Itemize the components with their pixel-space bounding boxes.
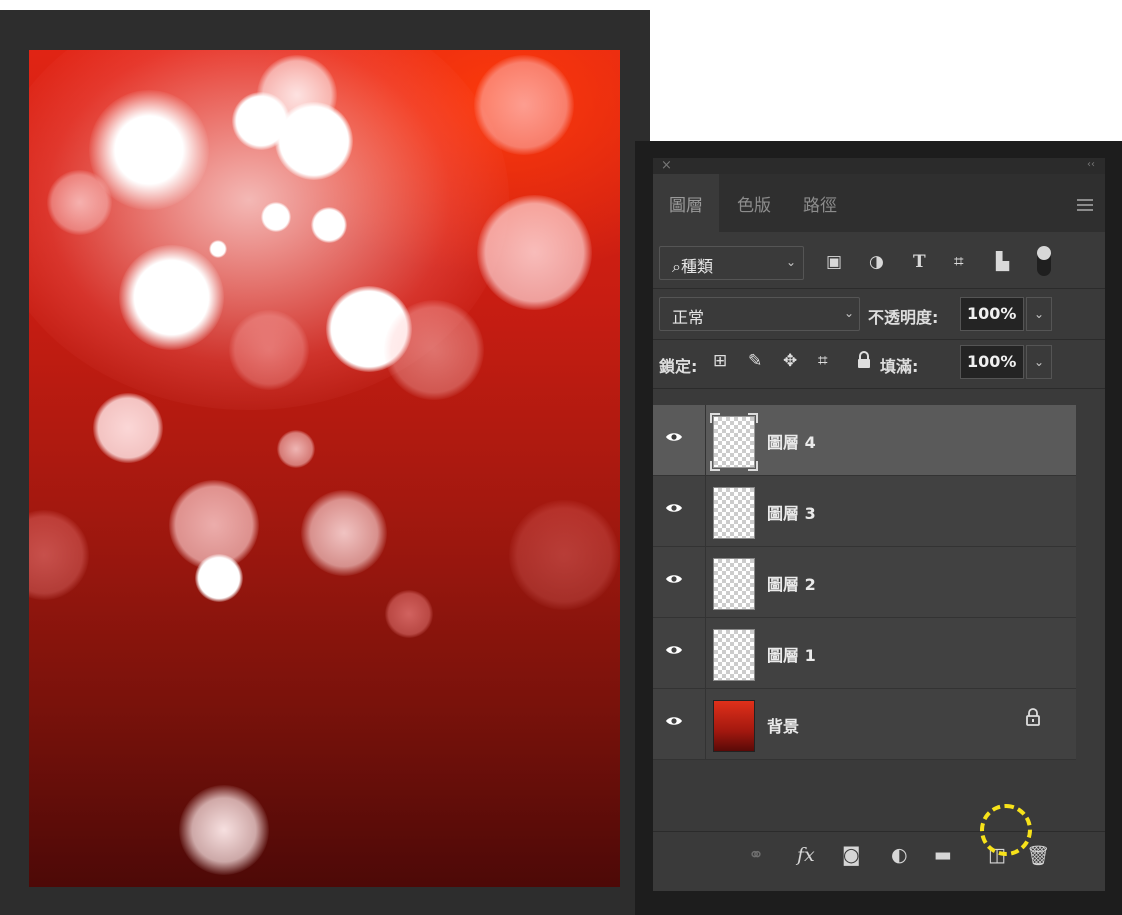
opacity-label: 不透明度: [868, 308, 939, 327]
bokeh-light [29, 510, 89, 600]
panel-tabs: 圖層 色版 路徑 [653, 174, 1105, 232]
layer-name: 圖層 2 [767, 575, 816, 594]
layer-name: 圖層 3 [767, 504, 816, 523]
layer-row[interactable]: 圖層 4 [653, 405, 1076, 476]
eye-icon[interactable] [665, 573, 683, 585]
layer-row[interactable]: 圖層 3 [653, 476, 1076, 547]
tab-layers[interactable]: 圖層 [653, 174, 719, 232]
panel-titlebar: × ‹‹ [653, 158, 1105, 174]
layer-mask-icon[interactable]: ◙ [842, 844, 860, 866]
layer-name: 圖層 1 [767, 646, 816, 665]
workspace-area [0, 10, 650, 915]
bokeh-light [474, 55, 574, 155]
fill-dropdown-button[interactable]: ⌄ [1026, 345, 1052, 379]
bokeh-light [311, 207, 347, 243]
link-layers-icon[interactable]: ⚭ [748, 844, 764, 866]
layers-panel-frame: × ‹‹ 圖層 色版 路徑 ⌕種類 ⌄ ▣ ◑ T ⌗ ▙ 正常 ⌄ 不透明度:… [635, 141, 1122, 915]
layers-panel: × ‹‹ 圖層 色版 路徑 ⌕種類 ⌄ ▣ ◑ T ⌗ ▙ 正常 ⌄ 不透明度:… [653, 158, 1105, 891]
tab-paths[interactable]: 路徑 [787, 174, 853, 232]
adjustment-layer-icon[interactable]: ◐ [891, 844, 908, 866]
document-canvas[interactable] [29, 50, 620, 887]
adjustment-filter-icon[interactable]: ◑ [869, 252, 884, 272]
eye-icon[interactable] [665, 502, 683, 514]
eye-icon[interactable] [665, 431, 683, 443]
shape-filter-icon[interactable]: ⌗ [954, 252, 964, 272]
eye-icon[interactable] [665, 644, 683, 656]
layer-thumbnail [713, 558, 755, 610]
layer-name: 背景 [767, 717, 800, 736]
lock-position-icon[interactable]: ✥ [783, 351, 797, 371]
bokeh-light [93, 393, 163, 463]
bokeh-light [195, 554, 243, 602]
image-filter-icon[interactable]: ▣ [826, 252, 842, 272]
lock-artboard-icon[interactable]: ⌗ [818, 351, 828, 371]
filter-kind-text: ⌕種類 [672, 253, 713, 277]
fill-input[interactable]: 100% [960, 345, 1024, 379]
layer-row[interactable]: 圖層 1 [653, 618, 1076, 689]
lock-icon[interactable] [1025, 707, 1041, 727]
filter-kind-dropdown[interactable]: ⌕種類 ⌄ [659, 246, 804, 280]
layer-thumbnail [713, 700, 755, 752]
smart-object-filter-icon[interactable]: ▙ [996, 252, 1009, 272]
bokeh-light [277, 430, 315, 468]
layer-thumbnail [713, 487, 755, 539]
filter-toggle[interactable] [1037, 246, 1051, 276]
chevron-down-icon: ⌄ [786, 255, 797, 269]
bokeh-light [179, 785, 269, 875]
fill-label: 填滿: [880, 357, 919, 376]
bokeh-light [384, 300, 484, 400]
fx-icon[interactable]: fx [797, 844, 815, 866]
layers-bottom-bar: ⚭ fx ◙ ◐ ▬ ◫ 🗑 [653, 831, 1105, 878]
bokeh-light [119, 245, 224, 350]
layer-thumbnail [710, 413, 758, 471]
opacity-dropdown-button[interactable]: ⌄ [1026, 297, 1052, 331]
filter-kind-label: 種類 [680, 257, 713, 276]
bokeh-light [229, 310, 309, 390]
opacity-input[interactable]: 100% [960, 297, 1024, 331]
layer-thumbnail [713, 629, 755, 681]
layer-name: 圖層 4 [767, 433, 816, 452]
blend-mode-dropdown[interactable]: 正常 ⌄ [659, 297, 860, 331]
tab-channels[interactable]: 色版 [721, 174, 787, 232]
eye-icon[interactable] [665, 715, 683, 727]
new-group-icon[interactable]: ▬ [934, 844, 952, 866]
type-filter-icon[interactable]: T [913, 252, 926, 272]
trash-icon[interactable]: 🗑 [1026, 844, 1050, 867]
new-layer-highlight-ring [980, 804, 1032, 856]
bokeh-light [261, 202, 291, 232]
bokeh-light [47, 170, 112, 235]
bokeh-light [509, 500, 619, 610]
lock-label: 鎖定: [659, 357, 698, 376]
search-icon: ⌕ [672, 257, 681, 276]
bokeh-light [477, 195, 592, 310]
bokeh-light [385, 590, 433, 638]
lock-all-icon[interactable] [856, 351, 872, 373]
blend-mode-value: 正常 [672, 308, 705, 327]
lock-image-pixels-icon[interactable]: ✎ [748, 351, 762, 371]
bokeh-light [209, 240, 227, 258]
layer-row[interactable]: 背景 [653, 689, 1076, 760]
bokeh-light [275, 102, 353, 180]
lock-transparent-pixels-icon[interactable]: ⊞ [713, 351, 727, 371]
layer-row[interactable]: 圖層 2 [653, 547, 1076, 618]
panel-menu-icon[interactable] [1077, 199, 1093, 214]
close-icon[interactable]: × [661, 158, 672, 173]
collapse-icon[interactable]: ‹‹ [1087, 159, 1095, 170]
bokeh-light [301, 490, 387, 576]
chevron-down-icon: ⌄ [844, 306, 855, 320]
